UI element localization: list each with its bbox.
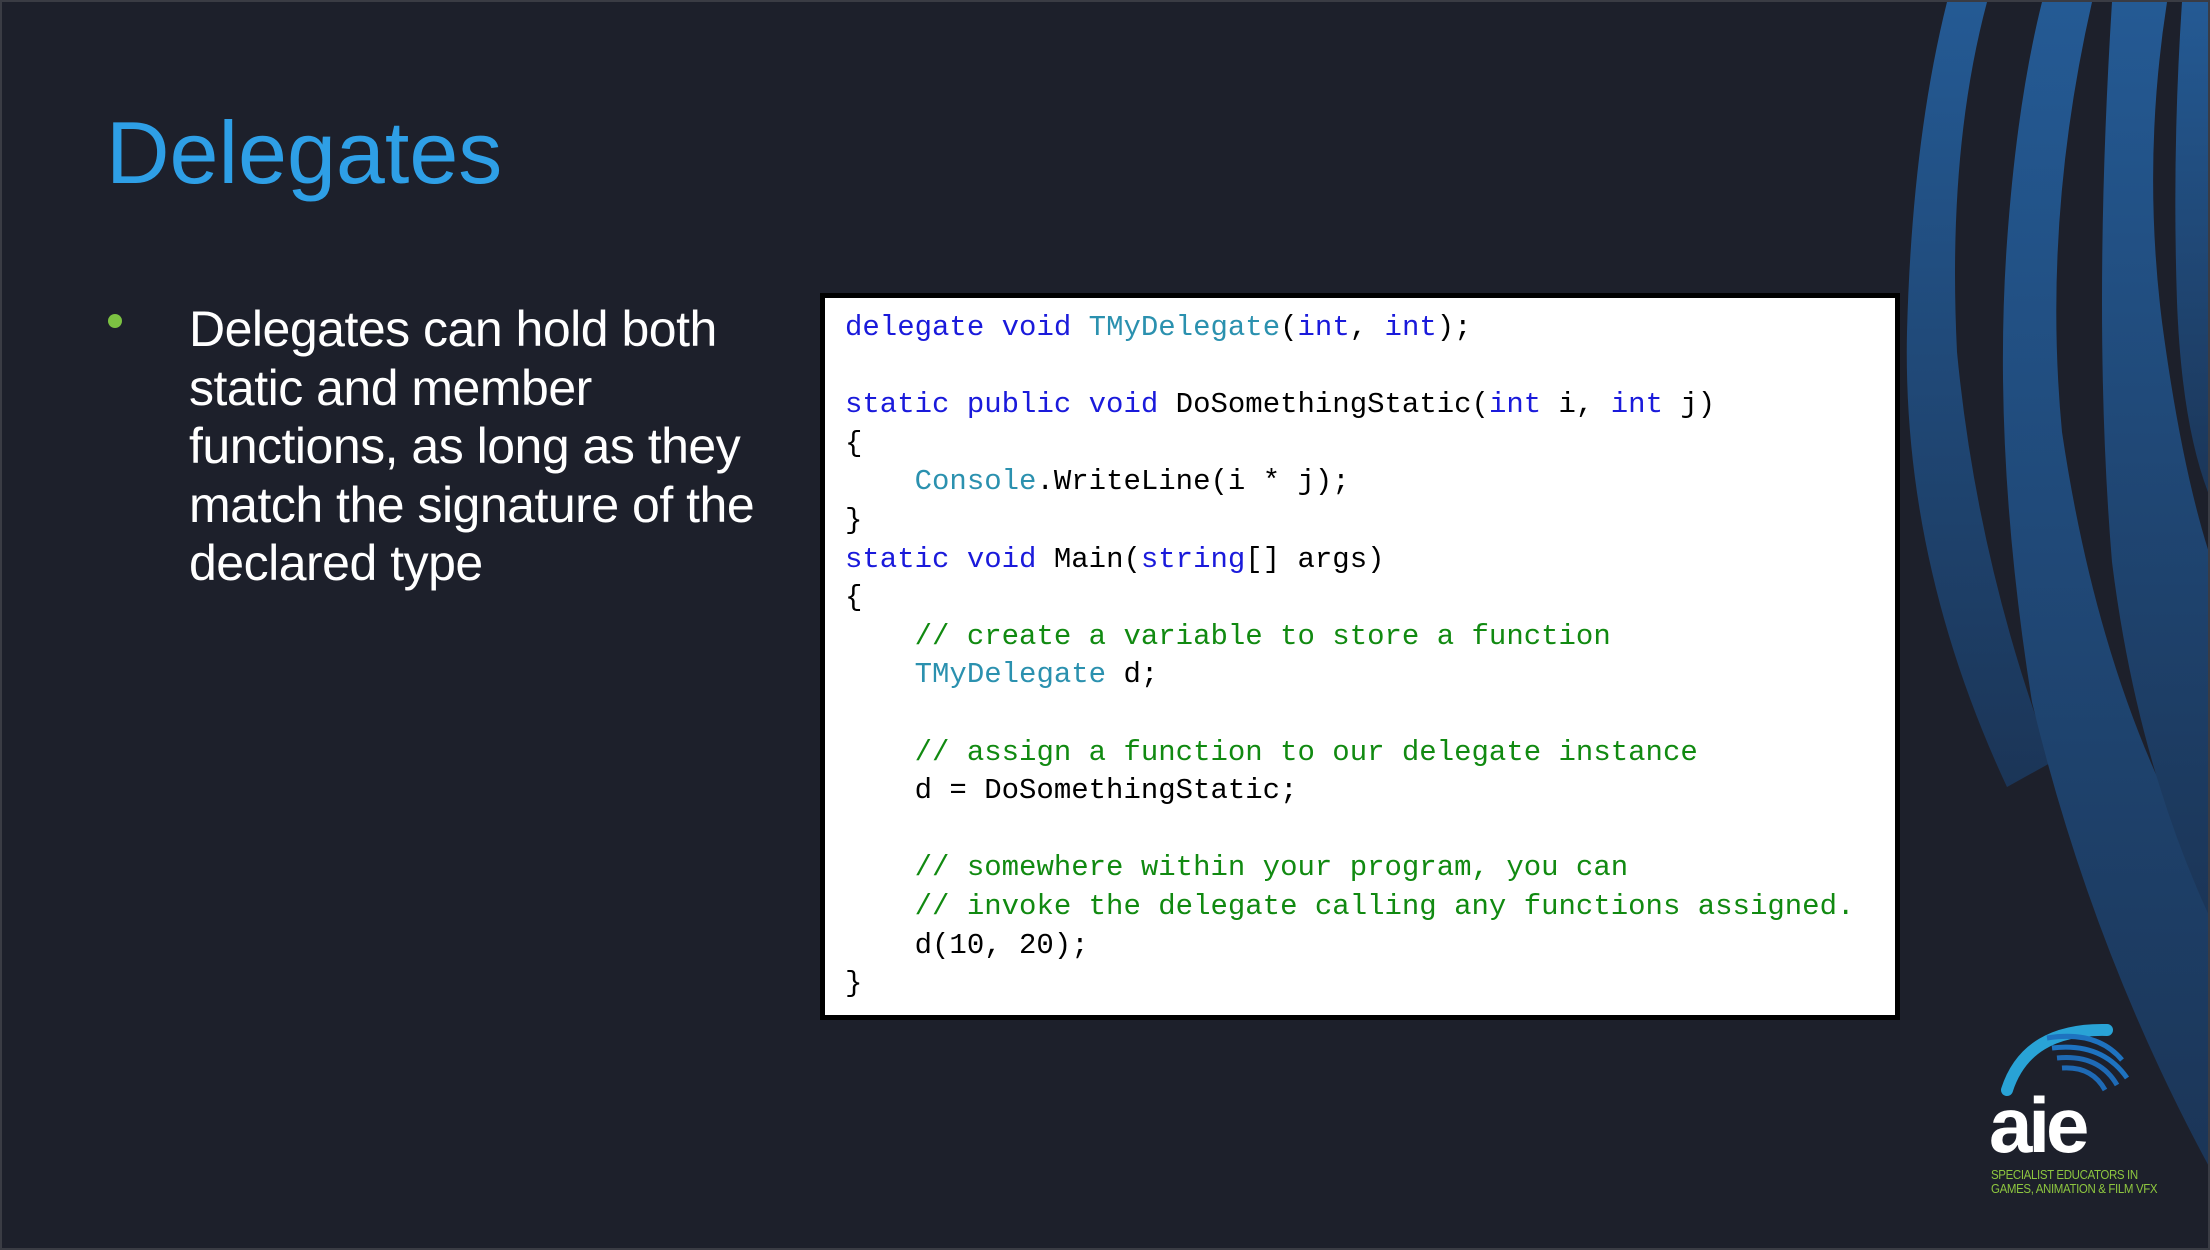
- code-token-plain: ,: [1349, 311, 1385, 344]
- code-token-plain: {: [845, 426, 863, 460]
- bullet-text: Delegates can hold both static and membe…: [189, 301, 755, 592]
- code-listing: delegate void TMyDelegate(int, int); stat…: [845, 309, 1854, 1004]
- code-token-plain: {: [845, 581, 863, 615]
- code-token-plain: d;: [1106, 658, 1159, 692]
- code-token-kw: static: [845, 542, 950, 576]
- code-line: delegate void TMyDelegate(int, int);: [845, 309, 1854, 348]
- code-token-type: TMyDelegate: [914, 658, 1107, 692]
- code-token-plain: }: [845, 503, 863, 537]
- code-block: delegate void TMyDelegate(int, int); stat…: [820, 293, 1900, 1020]
- code-line: static void Main(string[] args): [845, 541, 1854, 580]
- code-token-type: TMyDelegate: [1088, 311, 1281, 344]
- slide-title: Delegates: [106, 103, 503, 202]
- code-token-plain: [] args): [1245, 542, 1385, 576]
- code-line: d(10, 20);: [845, 927, 1854, 966]
- code-token-kw: int: [1297, 311, 1350, 344]
- code-token-plain: Main(: [1036, 542, 1141, 576]
- code-line: d = DoSomethingStatic;: [845, 772, 1854, 811]
- code-token-cm: // invoke the delegate calling any funct…: [914, 889, 1855, 923]
- code-token-plain: i,: [1541, 388, 1611, 422]
- code-token-cm: // somewhere within your program, you ca…: [914, 851, 1629, 885]
- code-token-kw: delegate: [845, 311, 985, 344]
- code-token-plain: );: [1436, 311, 1472, 344]
- code-line: // invoke the delegate calling any funct…: [845, 888, 1855, 927]
- code-token-plain: d(10, 20);: [845, 928, 1089, 962]
- code-token-plain: j): [1663, 388, 1716, 422]
- code-token-kw: string: [1140, 542, 1246, 576]
- code-line: TMyDelegate d;: [845, 656, 1854, 695]
- code-token-kw: int: [1488, 388, 1542, 422]
- code-token-kw: void: [1001, 311, 1072, 344]
- code-token-plain: d = DoSomethingStatic;: [845, 774, 1298, 808]
- code-token-cm: // create a variable to store a function: [914, 619, 1611, 653]
- code-token-plain: }: [845, 967, 863, 1001]
- code-token-kw: int: [1610, 388, 1663, 422]
- logo-wordmark: aie: [1989, 1081, 2089, 1169]
- code-token-type: Console: [914, 465, 1037, 499]
- code-line: }: [845, 502, 1854, 541]
- aie-logo: aie SPECIALIST EDUCATORS IN GAMES, ANIMA…: [1987, 1020, 2177, 1205]
- code-line: // assign a function to our delegate ins…: [845, 734, 1854, 773]
- code-line: }: [845, 965, 1854, 1004]
- code-line: {: [845, 425, 1854, 464]
- code-line: // somewhere within your program, you ca…: [845, 849, 1854, 888]
- code-line: static public void DoSomethingStatic(int…: [845, 386, 1854, 425]
- arc-band-4: [2175, 2, 2208, 493]
- code-token-plain: DoSomethingStatic(: [1158, 388, 1489, 422]
- logo-tagline: SPECIALIST EDUCATORS IN GAMES, ANIMATION…: [1991, 1168, 2158, 1196]
- code-token-kw: void: [966, 542, 1037, 576]
- bullet-icon: [108, 314, 122, 328]
- code-token-kw: static: [845, 388, 950, 422]
- slide: Delegates Delegates can hold both static…: [0, 0, 2210, 1250]
- code-line: // create a variable to store a function: [845, 618, 1854, 657]
- code-token-plain: .WriteLine(i * j);: [1036, 465, 1350, 499]
- code-token-kw: void: [1088, 388, 1159, 422]
- code-token-kw: public: [966, 388, 1072, 422]
- code-line: {: [845, 579, 1854, 618]
- code-line: Console.WriteLine(i * j);: [845, 463, 1854, 502]
- code-token-cm: // assign a function to our delegate ins…: [914, 735, 1698, 769]
- code-token-plain: (: [1280, 311, 1298, 344]
- code-token-kw: int: [1384, 311, 1437, 344]
